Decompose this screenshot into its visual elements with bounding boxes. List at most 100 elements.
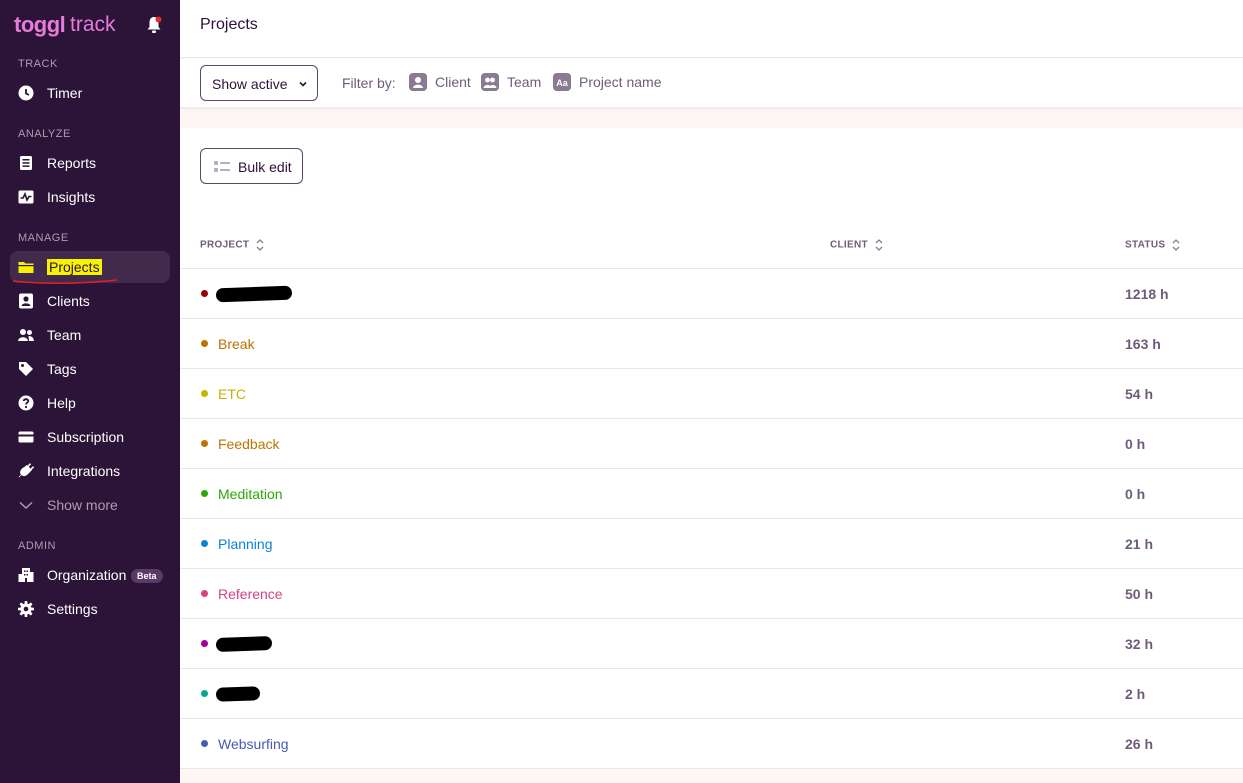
filter-chip-label: Team (507, 74, 542, 90)
section-label-manage: MANAGE (18, 232, 69, 244)
client-icon (409, 73, 427, 91)
chevron-down-icon (19, 501, 33, 510)
table-row[interactable]: 1218 h (180, 269, 1243, 319)
column-header-label: PROJECT (200, 239, 250, 251)
sidebar-item-tags[interactable]: Tags (10, 353, 170, 385)
project-color-dot (201, 290, 208, 297)
gear-icon (18, 601, 34, 617)
project-color-dot (201, 740, 208, 747)
table-row[interactable]: 32 h (180, 619, 1243, 669)
sort-icon (875, 239, 883, 251)
sidebar-item-settings[interactable]: Settings (10, 593, 170, 625)
column-header-client[interactable]: CLIENT (830, 238, 884, 252)
insights-icon (18, 190, 34, 204)
project-hours: 1218 h (1125, 286, 1169, 302)
project-color-dot (201, 390, 208, 397)
column-header-project[interactable]: PROJECT (200, 238, 265, 252)
client-icon (19, 293, 33, 309)
project-color-dot (201, 690, 208, 697)
sidebar-item-label: Projects (47, 259, 102, 275)
sidebar-item-label: Help (47, 395, 76, 411)
sort-icon (1172, 239, 1180, 251)
project-name[interactable]: Reference (218, 586, 283, 602)
table-row[interactable]: 2 h (180, 669, 1243, 719)
table-row[interactable]: Planning 21 h (180, 519, 1243, 569)
project-hours: 163 h (1125, 336, 1161, 352)
project-color-dot (201, 640, 208, 647)
filter-chip-label: Client (435, 74, 471, 90)
sidebar-item-reports[interactable]: Reports (10, 147, 170, 179)
folder-icon (18, 262, 34, 273)
filter-team[interactable]: Team (481, 73, 545, 93)
project-color-dot (201, 490, 208, 497)
clock-icon (18, 85, 34, 101)
project-name[interactable]: Break (218, 336, 255, 352)
table-row[interactable]: Break 163 h (180, 319, 1243, 369)
help-icon (18, 395, 34, 411)
project-hours: 0 h (1125, 436, 1146, 452)
project-name[interactable]: Feedback (218, 436, 279, 452)
project-name[interactable]: Planning (218, 536, 273, 552)
project-hours: 26 h (1125, 736, 1154, 752)
filter-by-label: Filter by: (342, 75, 396, 91)
status-select[interactable]: Show active (200, 65, 318, 101)
project-name[interactable]: Websurfing (218, 736, 289, 752)
table-row[interactable]: Reference 50 h (180, 569, 1243, 619)
project-color-dot (201, 440, 208, 447)
bulk-edit-label: Bulk edit (238, 159, 292, 175)
sidebar-item-help[interactable]: Help (10, 387, 170, 419)
card-icon (18, 431, 34, 443)
sidebar-item-team[interactable]: Team (10, 319, 170, 351)
logo[interactable]: toggl track (14, 12, 166, 38)
table-row[interactable]: ETC 54 h (180, 369, 1243, 419)
logo-toggl-text: toggl (14, 12, 66, 37)
team-icon (18, 329, 34, 341)
sidebar-item-label: Tags (47, 361, 77, 377)
sidebar-item-organization[interactable]: Organization Beta (10, 559, 170, 591)
column-header-label: STATUS (1125, 239, 1166, 251)
project-color-dot (201, 340, 208, 347)
project-name[interactable]: Meditation (218, 486, 283, 502)
section-label-admin: ADMIN (18, 540, 56, 552)
column-header-status[interactable]: STATUS (1125, 238, 1181, 252)
sidebar-item-show-more[interactable]: Show more (10, 489, 170, 521)
redaction-mark (215, 686, 261, 702)
sidebar-item-label: Insights (47, 189, 96, 205)
projects-content: Bulk edit PROJECT CLIENT STATUS 1218 h Br… (180, 128, 1243, 769)
project-hours: 2 h (1125, 686, 1146, 702)
sidebar-item-timer[interactable]: Timer (10, 77, 170, 109)
filter-client[interactable]: Client (409, 73, 473, 93)
tag-icon (19, 362, 33, 376)
project-color-dot (201, 540, 208, 547)
table-row[interactable]: Meditation 0 h (180, 469, 1243, 519)
table-row[interactable]: Websurfing 26 h (180, 719, 1243, 769)
sidebar-item-label: Clients (47, 293, 90, 309)
logo-track-text: track (70, 13, 116, 36)
report-icon (20, 156, 32, 170)
sidebar-item-label: Integrations (47, 463, 121, 479)
redaction-mark (215, 636, 273, 652)
project-name[interactable]: ETC (218, 386, 246, 402)
bell-icon[interactable] (146, 16, 162, 34)
chevron-down-icon (299, 81, 307, 87)
sort-icon (256, 239, 264, 251)
table-row[interactable]: Feedback 0 h (180, 419, 1243, 469)
sidebar-item-integrations[interactable]: Integrations (10, 455, 170, 487)
filter-chip-label: Project name (579, 74, 662, 90)
sidebar-item-subscription[interactable]: Subscription (10, 421, 170, 453)
beta-badge: Beta (131, 569, 163, 583)
column-header-label: CLIENT (830, 239, 868, 251)
team-icon (481, 73, 499, 91)
main-area: Projects Show active Filter by: Client T… (180, 0, 1243, 783)
sidebar-item-label: Organization (47, 567, 127, 583)
filter-project-name[interactable]: Aa Project name (553, 73, 665, 93)
sidebar-item-label: Subscription (47, 429, 125, 445)
sidebar-item-label: Show more (47, 497, 118, 513)
sidebar-item-insights[interactable]: Insights (10, 181, 170, 213)
sidebar: toggl track TRACK Timer ANALYZE Reports … (0, 0, 180, 783)
bulk-edit-button[interactable]: Bulk edit (200, 148, 303, 184)
project-hours: 21 h (1125, 536, 1154, 552)
page-header: Projects (180, 0, 1243, 58)
project-hours: 0 h (1125, 486, 1146, 502)
sidebar-item-clients[interactable]: Clients (10, 285, 170, 317)
